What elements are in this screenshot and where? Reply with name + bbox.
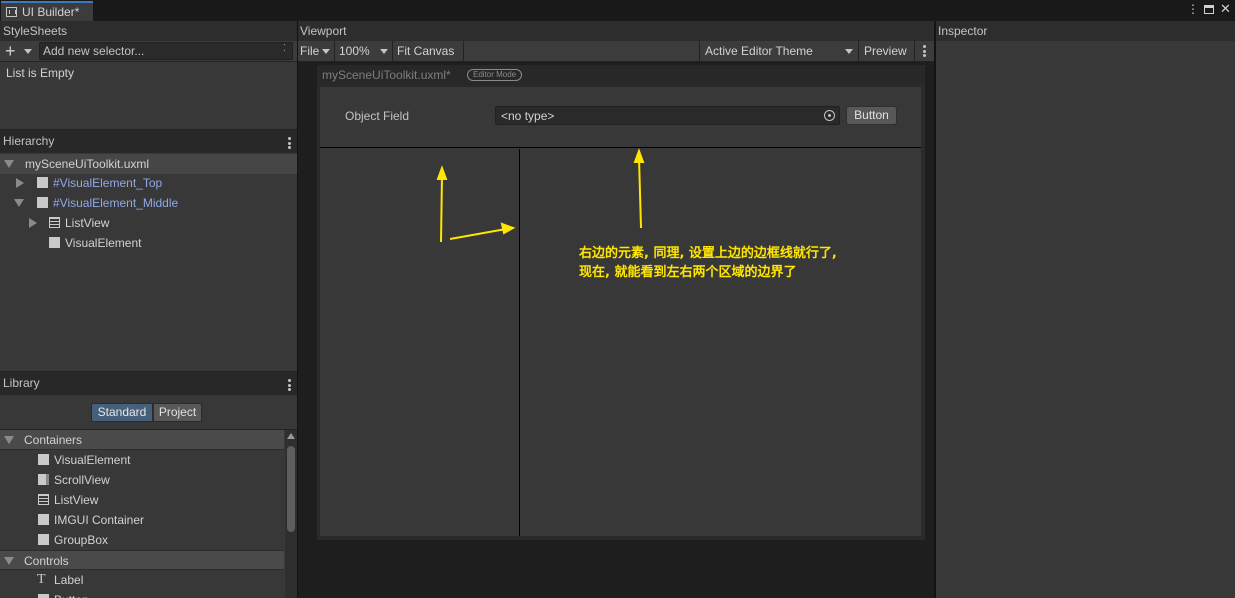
label-icon: T xyxy=(37,572,46,587)
hierarchy-item-label: VisualElement xyxy=(65,236,142,250)
library-item[interactable]: IMGUI Container xyxy=(0,510,284,530)
inspector-panel: Inspector xyxy=(936,21,1235,598)
arrow-head xyxy=(633,148,645,163)
hierarchy-root-label: mySceneUiToolkit.uxml xyxy=(25,157,150,171)
expand-right-icon[interactable] xyxy=(29,218,37,228)
tab-standard[interactable]: Standard xyxy=(91,403,153,422)
stylesheets-empty-text: List is Empty xyxy=(6,66,75,80)
arrow-head xyxy=(436,165,448,180)
tab-project-label: Project xyxy=(158,405,197,419)
library-section-containers[interactable]: Containers xyxy=(0,430,284,450)
library-header: Library xyxy=(0,371,297,395)
expand-down-icon[interactable] xyxy=(14,199,24,207)
visual-element-icon xyxy=(49,237,60,248)
annotation-line-2: 现在, 就能看到左右两个区域的边界了 xyxy=(579,265,797,280)
section-title: Controls xyxy=(24,554,69,568)
inspector-title: Inspector xyxy=(938,24,988,38)
section-title: Containers xyxy=(24,433,83,447)
library-item[interactable]: T Label xyxy=(0,570,284,590)
hierarchy-header: Hierarchy xyxy=(0,129,297,153)
hierarchy-item-label: ListView xyxy=(65,216,110,230)
library-list: Containers VisualElement ScrollView List… xyxy=(0,429,297,598)
arrow-up-right xyxy=(638,157,642,229)
expand-down-icon[interactable] xyxy=(4,557,14,565)
list-view-icon xyxy=(38,494,49,505)
hierarchy-title: Hierarchy xyxy=(3,134,55,148)
scrollbar-thumb[interactable] xyxy=(287,446,295,532)
stylesheets-toolbar: + Add new selector... ⁚ xyxy=(0,41,297,62)
tab-standard-label: Standard xyxy=(97,405,147,419)
arrow-right xyxy=(449,228,507,240)
hierarchy-item-label: #VisualElement_Middle xyxy=(53,196,179,210)
library-item[interactable]: GroupBox xyxy=(0,530,284,550)
list-view-icon xyxy=(49,217,60,228)
selector-input[interactable]: Add new selector... ⁚ xyxy=(39,42,293,60)
hierarchy-item[interactable]: ListView xyxy=(0,213,297,233)
library-item-label: Button xyxy=(54,590,89,598)
library-scrollbar[interactable] xyxy=(285,430,297,598)
library-item[interactable]: VisualElement xyxy=(0,450,284,470)
tab-project[interactable]: Project xyxy=(153,403,202,422)
expand-down-icon[interactable] xyxy=(4,160,14,168)
button-icon xyxy=(38,594,49,598)
library-item-label: ScrollView xyxy=(54,473,110,487)
hierarchy-item[interactable]: #VisualElement_Middle xyxy=(0,193,297,213)
visual-element-icon xyxy=(37,197,48,208)
visual-element-icon xyxy=(38,454,49,465)
library-item[interactable]: ListView xyxy=(0,490,284,510)
scroll-up-icon[interactable] xyxy=(287,433,295,439)
annotation-arrows xyxy=(436,148,645,243)
inspector-header: Inspector xyxy=(936,21,1235,41)
add-dropdown-icon[interactable] xyxy=(24,49,32,54)
hierarchy-root[interactable]: mySceneUiToolkit.uxml xyxy=(0,154,297,174)
library-menu-icon[interactable] xyxy=(288,379,291,391)
expand-right-icon[interactable] xyxy=(16,178,24,188)
hierarchy-menu-icon[interactable] xyxy=(288,137,291,149)
more-menu-icon[interactable]: ⋮ xyxy=(1187,2,1199,16)
library-item-label: IMGUI Container xyxy=(54,513,145,527)
ui-builder-icon xyxy=(6,7,17,17)
selector-options-icon[interactable]: ⁚ xyxy=(283,43,286,54)
hierarchy-item[interactable]: #VisualElement_Top xyxy=(0,173,297,193)
annotation-line-1: 右边的元素, 同理, 设置上边的边框线就行了, xyxy=(579,246,837,261)
library-section-controls[interactable]: Controls xyxy=(0,550,284,570)
viewport-panel: Viewport File 100% Fit Canvas Active Edi… xyxy=(298,21,934,598)
library-item[interactable]: ScrollView xyxy=(0,470,284,490)
selector-placeholder: Add new selector... xyxy=(43,44,145,58)
maximize-icon[interactable] xyxy=(1204,5,1214,14)
hierarchy-item-label: #VisualElement_Top xyxy=(53,176,163,190)
library-title: Library xyxy=(3,376,40,390)
hierarchy-item[interactable]: VisualElement xyxy=(0,233,297,253)
left-column: StyleSheets + Add new selector... ⁚ List… xyxy=(0,21,297,598)
tab-title: UI Builder* xyxy=(22,5,80,19)
ui-builder-tab[interactable]: UI Builder* xyxy=(1,1,93,21)
library-item-label: GroupBox xyxy=(54,533,109,547)
library-item-label: Label xyxy=(54,573,84,587)
window-tab-bar: UI Builder* ⋮ ✕ xyxy=(0,0,1235,21)
visual-element-icon xyxy=(37,177,48,188)
arrow-head xyxy=(500,222,516,235)
close-icon[interactable]: ✕ xyxy=(1220,1,1231,17)
library-item-label: VisualElement xyxy=(54,453,131,467)
stylesheets-title: StyleSheets xyxy=(3,24,68,38)
expand-down-icon[interactable] xyxy=(4,436,14,444)
arrow-up-left xyxy=(440,174,443,243)
library-item[interactable]: Button xyxy=(0,590,284,598)
group-box-icon xyxy=(38,534,49,545)
imgui-container-icon xyxy=(38,514,49,525)
stylesheets-header: StyleSheets xyxy=(0,21,297,41)
library-item-label: ListView xyxy=(54,493,99,507)
scroll-view-icon xyxy=(38,474,49,485)
add-icon[interactable]: + xyxy=(5,41,16,61)
